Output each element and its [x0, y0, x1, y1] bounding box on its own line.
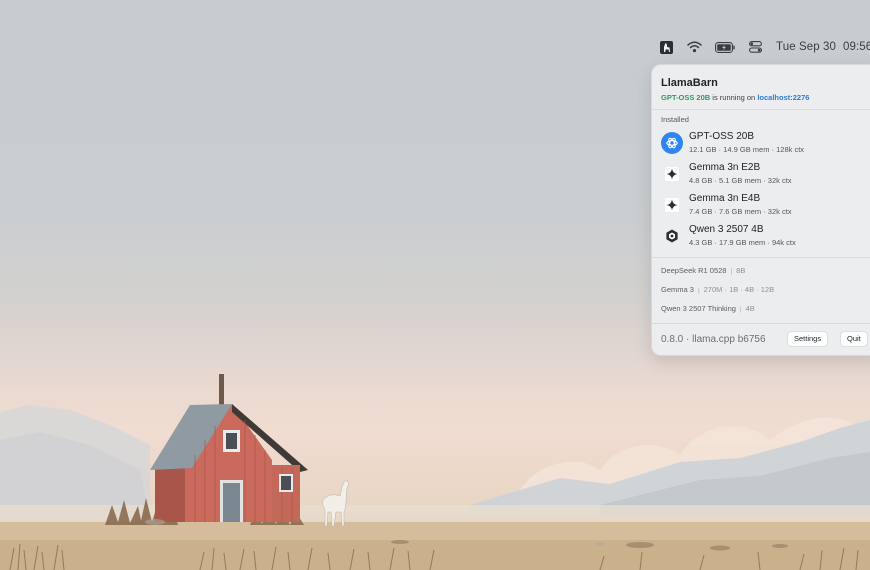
quit-button[interactable]: Quit	[840, 331, 868, 347]
app-title: LlamaBarn	[661, 77, 718, 89]
catalog-item-qwen-3-2507-thinking[interactable]: Qwen 3 2507 Thinking|4B ›	[661, 304, 870, 318]
qwen-icon	[661, 225, 683, 247]
catalog-name: Gemma 3	[661, 285, 694, 294]
installed-model-qwen-3-2507-4b[interactable]: Qwen 3 2507 4B 4.3 GB · 17.9 GB mem · 94…	[660, 222, 870, 250]
catalog-name: DeepSeek R1 0528	[661, 266, 727, 275]
version-label: 0.8.0 · llama.cpp b6756	[661, 334, 766, 345]
wifi-icon[interactable]	[685, 38, 703, 56]
gemma-icon	[661, 163, 683, 185]
house	[150, 374, 308, 522]
catalog-item-deepseek-r1-0528[interactable]: DeepSeek R1 0528|8B ›	[661, 266, 870, 280]
llamabarn-menu: LlamaBarn GPT-OSS 20B is running on loca…	[651, 64, 870, 356]
catalog-variants: 8B	[736, 266, 746, 275]
menubar-date[interactable]: Tue Sep 30	[776, 38, 836, 56]
installed-model-gpt-oss-20b[interactable]: GPT-OSS 20B 12.1 GB · 14.9 GB mem · 128k…	[660, 129, 870, 157]
control-center-icon[interactable]	[748, 38, 762, 56]
llama-icon[interactable]	[659, 38, 673, 56]
model-name: Gemma 3n E4B	[689, 193, 761, 204]
model-meta: 7.4 GB · 7.6 GB mem · 32k ctx	[689, 207, 792, 216]
catalog-name: Qwen 3 2507 Thinking	[661, 304, 736, 313]
installed-model-gemma-3n-e4b[interactable]: Gemma 3n E4B 7.4 GB · 7.6 GB mem · 32k c…	[660, 191, 870, 219]
catalog-variants: 270M · 1B · 4B · 12B	[703, 285, 775, 294]
model-meta: 4.8 GB · 5.1 GB mem · 32k ctx	[689, 176, 792, 185]
model-meta: 12.1 GB · 14.9 GB mem · 128k ctx	[689, 145, 805, 154]
installed-section-label: Installed	[661, 115, 689, 124]
installed-model-gemma-3n-e2b[interactable]: Gemma 3n E2B 4.8 GB · 5.1 GB mem · 32k c…	[660, 160, 870, 188]
divider	[652, 323, 870, 324]
model-meta: 4.3 GB · 17.9 GB mem · 94k ctx	[689, 238, 796, 247]
catalog-item-gemma-3[interactable]: Gemma 3|270M · 1B · 4B · 12B ›	[661, 285, 870, 299]
gemma-icon	[661, 194, 683, 216]
menubar-time[interactable]: 09:56	[843, 38, 870, 56]
status-line: GPT-OSS 20B is running on localhost:2276	[661, 93, 809, 102]
model-name: Gemma 3n E2B	[689, 162, 761, 173]
running-model-name: GPT-OSS 20B	[661, 93, 711, 102]
battery-icon[interactable]	[714, 38, 736, 56]
host-link[interactable]: localhost:2276	[757, 93, 809, 102]
divider	[652, 109, 870, 110]
model-name: Qwen 3 2507 4B	[689, 224, 764, 235]
status-text: is running on	[710, 93, 758, 102]
menu-bar: Tue Sep 30 09:56	[650, 38, 870, 56]
openai-icon	[661, 132, 683, 154]
divider	[652, 257, 870, 258]
catalog-variants: 4B	[745, 304, 755, 313]
model-name: GPT-OSS 20B	[689, 131, 755, 142]
settings-button[interactable]: Settings	[787, 331, 829, 347]
